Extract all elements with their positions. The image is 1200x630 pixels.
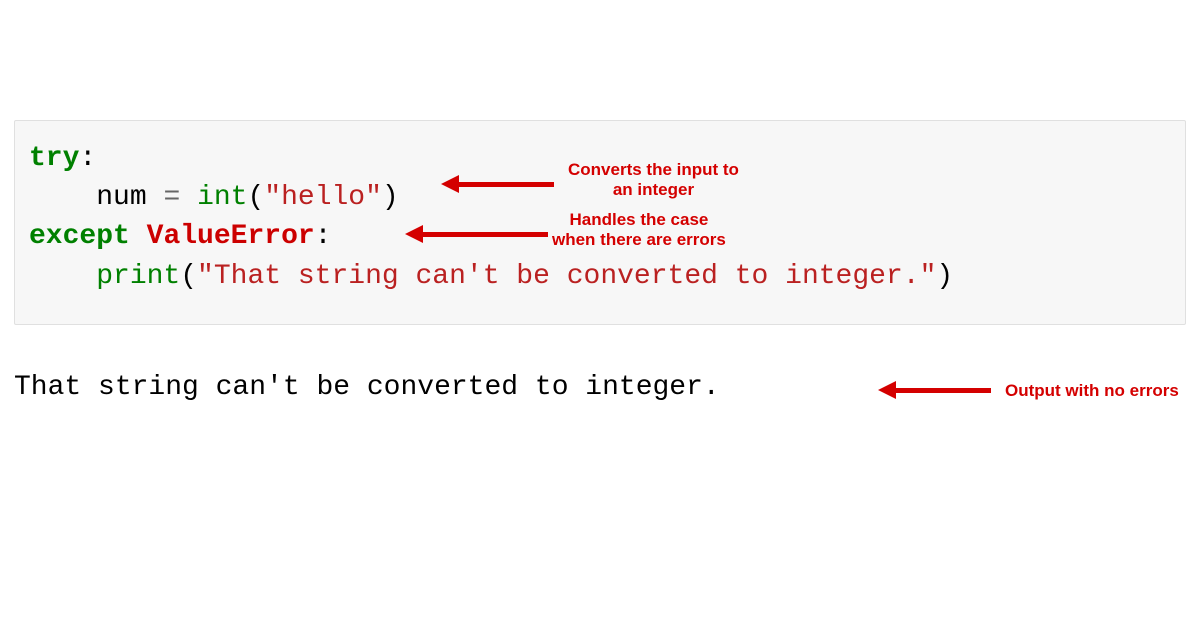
- arrow-handles: [405, 225, 548, 243]
- annotation-line-1: Converts the input to: [568, 160, 739, 180]
- arrow-line: [896, 388, 991, 393]
- annotation-line-2: an integer: [568, 180, 739, 200]
- valueerror-exception: ValueError: [147, 221, 315, 252]
- variable-num: num: [96, 182, 146, 213]
- print-function: print: [96, 261, 180, 292]
- open-paren: (: [180, 261, 197, 292]
- space: [130, 221, 147, 252]
- open-paren: (: [247, 182, 264, 213]
- annotation-line-2: when there are errors: [552, 230, 726, 250]
- arrow-line: [423, 232, 548, 237]
- arrow-line: [459, 182, 554, 187]
- string-hello: "hello": [264, 182, 382, 213]
- annotation-output: Output with no errors: [1005, 381, 1179, 401]
- output-text: That string can't be converted to intege…: [14, 372, 720, 403]
- close-paren: ): [382, 182, 399, 213]
- annotation-handles: Handles the case when there are errors: [552, 210, 726, 251]
- try-keyword: try: [29, 143, 79, 174]
- except-keyword: except: [29, 221, 130, 252]
- annotation-convert: Converts the input to an integer: [568, 160, 739, 201]
- arrow-output: [878, 381, 991, 399]
- string-message: "That string can't be converted to integ…: [197, 261, 936, 292]
- equals-operator: =: [147, 182, 197, 213]
- code-line-4: print("That string can't be converted to…: [29, 257, 1171, 296]
- arrow-head-icon: [878, 381, 896, 399]
- arrow-head-icon: [405, 225, 423, 243]
- close-paren: ): [936, 261, 953, 292]
- indent: [29, 261, 96, 292]
- colon: :: [79, 143, 96, 174]
- indent: [29, 182, 96, 213]
- arrow-head-icon: [441, 175, 459, 193]
- annotation-line-1: Handles the case: [552, 210, 726, 230]
- int-function: int: [197, 182, 247, 213]
- annotation-line-1: Output with no errors: [1005, 381, 1179, 401]
- colon: :: [315, 221, 332, 252]
- arrow-convert: [441, 175, 554, 193]
